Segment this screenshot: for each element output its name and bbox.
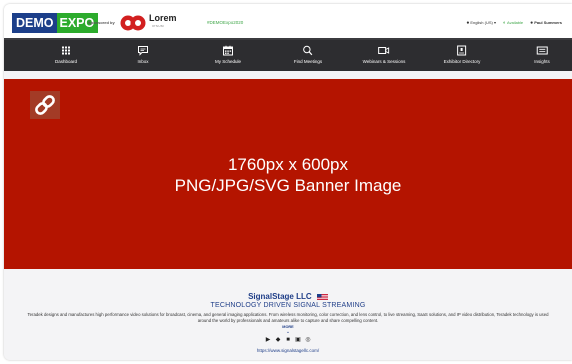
main-nav: Dashboard Inbox My Schedule Find Meeting…	[4, 38, 572, 71]
company-profile: SignalStage LLC TECHNOLOGY DRIVEN SIGNAL…	[4, 269, 572, 360]
sponsor-subtitle: IPSUM	[152, 24, 165, 28]
banner-dimensions: 1760px x 600px	[227, 155, 349, 174]
banner-link-button[interactable]	[30, 91, 60, 119]
sponsor-logo-icon	[120, 15, 146, 31]
company-description: Teradek designs and manufactures high pe…	[27, 312, 549, 323]
badge-icon	[457, 45, 467, 56]
company-name: SignalStage LLC	[248, 292, 312, 301]
linkedin-icon[interactable]: ▣	[295, 337, 301, 343]
nav-item-find-meetings[interactable]: Find Meetings	[294, 40, 322, 71]
user-icon: ●	[530, 20, 534, 26]
nav-item-exhibitor-directory[interactable]: Exhibitor Directory	[443, 40, 481, 71]
youtube-icon[interactable]: ▶	[265, 337, 271, 343]
nav-item-insights[interactable]: Insights	[534, 40, 550, 71]
banner-format: PNG/JPG/SVG Banner Image	[174, 176, 402, 195]
logo-word-demo: DEMO	[12, 13, 57, 33]
facebook-icon[interactable]: ■	[285, 337, 291, 343]
toggle-icon: ◐	[502, 20, 506, 26]
top-header: DEMO EXPO Sponsored by Lorem IPSUM #DEMO…	[4, 4, 572, 38]
company-website-link[interactable]: https://www.signalstagellc.com/	[4, 348, 572, 353]
nav-label-find-meetings: Find Meetings	[293, 59, 323, 64]
user-menu[interactable]: ●Paul Summers	[530, 20, 562, 26]
social-links: ▶ ◆ ■ ▣ ◎	[4, 337, 572, 343]
nav-label-dashboard: Dashboard	[54, 59, 78, 64]
availability-label: Available	[507, 20, 524, 25]
availability-toggle[interactable]: ◐Available	[503, 20, 523, 26]
nav-label-insights: Insights	[534, 59, 550, 64]
language-label: English (US) ▾	[470, 20, 496, 25]
company-tagline: TECHNOLOGY DRIVEN SIGNAL STREAMING	[210, 302, 366, 309]
nav-item-my-schedule[interactable]: My Schedule	[215, 40, 241, 71]
header-tools: ●English (US) ▾ ◐Available ●Paul Summers	[466, 20, 562, 26]
event-hashtag[interactable]: #DEMOExpo2020	[207, 20, 243, 25]
sponsor-name[interactable]: Lorem	[149, 13, 177, 23]
sponsored-by-label: Sponsored by	[88, 20, 115, 25]
app-window: DEMO EXPO Sponsored by Lorem IPSUM #DEMO…	[4, 4, 572, 360]
banner-image: 1760px x 600px PNG/JPG/SVG Banner Image	[4, 79, 572, 269]
chevron-down-icon[interactable]: ⌄	[4, 330, 572, 335]
nav-item-dashboard[interactable]: Dashboard	[55, 40, 77, 71]
chat-icon	[138, 46, 148, 56]
calendar-icon	[222, 45, 233, 56]
nav-label-exhibitor-directory: Exhibitor Directory	[443, 59, 481, 64]
company-name-row: SignalStage LLC	[4, 292, 572, 301]
search-icon	[303, 45, 313, 56]
instagram-icon[interactable]: ◎	[305, 337, 311, 343]
expo-logo[interactable]: DEMO EXPO	[12, 13, 99, 33]
nav-item-webinars-sessions[interactable]: Webinars & Sessions	[362, 40, 406, 71]
insights-icon	[536, 46, 548, 55]
twitter-icon[interactable]: ◆	[275, 337, 281, 343]
nav-item-inbox[interactable]: Inbox	[137, 40, 149, 71]
user-name: Paul Summers	[534, 20, 562, 25]
link-icon	[35, 95, 55, 115]
nav-label-webinars-sessions: Webinars & Sessions	[362, 59, 406, 64]
globe-icon: ●	[466, 20, 470, 26]
language-selector[interactable]: ●English (US) ▾	[466, 20, 496, 26]
video-icon	[378, 47, 390, 54]
nav-label-inbox: Inbox	[137, 59, 149, 64]
nav-label-my-schedule: My Schedule	[214, 59, 242, 64]
us-flag-icon	[316, 293, 328, 300]
grid-icon	[61, 46, 70, 55]
